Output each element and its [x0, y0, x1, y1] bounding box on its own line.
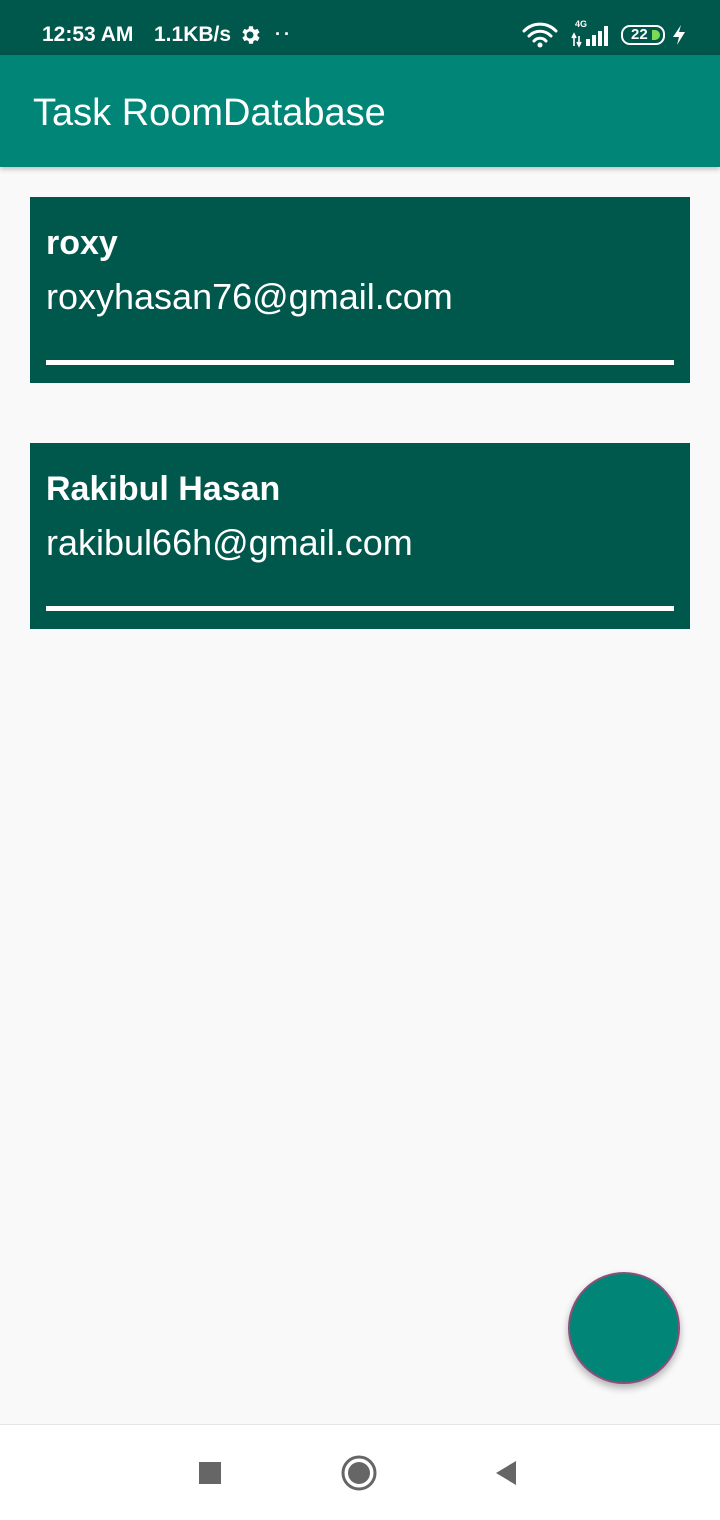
charging-bolt-icon	[673, 25, 685, 45]
app-toolbar: Task RoomDatabase	[0, 55, 720, 167]
home-button[interactable]	[337, 1451, 381, 1495]
list-item[interactable]: Rakibul Hasan rakibul66h@gmail.com	[30, 443, 690, 629]
status-net-speed: 1.1KB/s	[154, 23, 232, 46]
triangle-back-icon	[496, 1461, 516, 1485]
status-bar: 12:53 AM 1.1KB/s ·· 4G 22	[0, 0, 720, 55]
wifi-icon	[522, 22, 558, 48]
user-email: rakibul66h@gmail.com	[46, 522, 413, 563]
user-name: roxy	[46, 224, 118, 262]
item-divider	[46, 606, 674, 611]
back-button[interactable]	[484, 1451, 528, 1495]
battery-icon: 22	[621, 25, 665, 45]
circle-icon	[341, 1455, 377, 1491]
add-user-button[interactable]	[568, 1272, 680, 1384]
user-email: roxyhasan76@gmail.com	[46, 276, 453, 317]
gear-icon	[242, 26, 260, 44]
status-time: 12:53 AM	[42, 23, 134, 46]
battery-level: 22	[631, 26, 648, 43]
user-name: Rakibul Hasan	[46, 470, 281, 508]
page-title: Task RoomDatabase	[33, 92, 386, 134]
list-item[interactable]: roxy roxyhasan76@gmail.com	[30, 197, 690, 383]
cell-signal-icon	[571, 26, 608, 48]
battery-fill	[652, 30, 660, 40]
item-divider	[46, 360, 674, 365]
square-icon	[199, 1462, 221, 1484]
notification-dots: ··	[275, 24, 293, 44]
system-nav-bar	[0, 1424, 720, 1520]
recents-button[interactable]	[188, 1451, 232, 1495]
